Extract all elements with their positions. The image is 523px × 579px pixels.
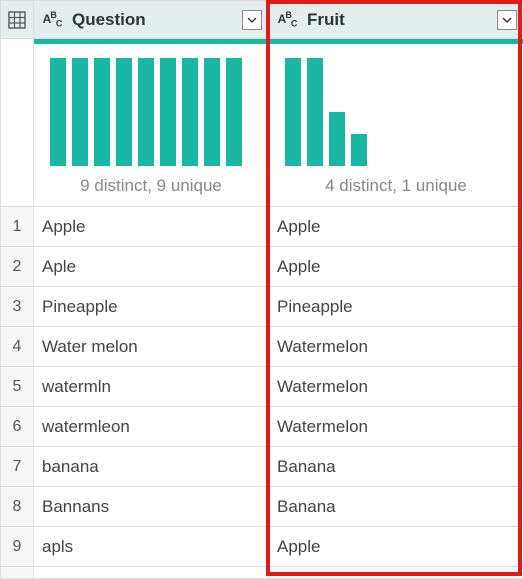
cell-question[interactable]: watermleon xyxy=(34,407,269,447)
row-number[interactable]: 3 xyxy=(1,287,34,327)
cell-fruit[interactable]: Watermelon xyxy=(269,327,523,367)
blank-row xyxy=(1,567,34,579)
cell-fruit[interactable]: Watermelon xyxy=(269,367,523,407)
blank-row xyxy=(269,567,523,579)
row-number[interactable]: 5 xyxy=(1,367,34,407)
distribution-bar xyxy=(160,58,176,166)
row-number[interactable]: 4 xyxy=(1,327,34,367)
distribution-bar xyxy=(351,134,367,166)
column-filter-button[interactable] xyxy=(242,10,262,30)
distribution-bar xyxy=(182,58,198,166)
cell-fruit[interactable]: Banana xyxy=(269,447,523,487)
cell-question[interactable]: banana xyxy=(34,447,269,487)
cell-question[interactable]: Aple xyxy=(34,247,269,287)
cell-fruit[interactable]: Pineapple xyxy=(269,287,523,327)
profile-stats: 9 distinct, 9 unique xyxy=(34,172,268,206)
distribution-bar xyxy=(204,58,220,166)
column-name: Question xyxy=(72,10,242,30)
distribution-chart xyxy=(269,44,523,172)
profile-gutter xyxy=(1,39,34,207)
distribution-bar xyxy=(50,58,66,166)
chevron-down-icon xyxy=(502,15,512,25)
cell-fruit[interactable]: Apple xyxy=(269,527,523,567)
chevron-down-icon xyxy=(247,15,257,25)
cell-fruit[interactable]: Apple xyxy=(269,247,523,287)
distribution-bar xyxy=(94,58,110,166)
cell-question[interactable]: Bannans xyxy=(34,487,269,527)
table-icon xyxy=(8,11,26,29)
distribution-bar xyxy=(226,58,242,166)
row-number[interactable]: 8 xyxy=(1,487,34,527)
cell-fruit[interactable]: Apple xyxy=(269,207,523,247)
column-profile-fruit[interactable]: 4 distinct, 1 unique xyxy=(269,39,523,207)
row-number[interactable]: 9 xyxy=(1,527,34,567)
cell-question[interactable]: Apple xyxy=(34,207,269,247)
select-all-corner[interactable] xyxy=(1,1,34,39)
distribution-bar xyxy=(72,58,88,166)
column-filter-button[interactable] xyxy=(497,10,517,30)
row-number[interactable]: 6 xyxy=(1,407,34,447)
row-number[interactable]: 2 xyxy=(1,247,34,287)
row-number[interactable]: 7 xyxy=(1,447,34,487)
data-grid: ABC Question ABC Fruit 9 distinct, 9 uni… xyxy=(0,0,523,579)
datatype-text-icon: ABC xyxy=(38,10,66,28)
column-header-question[interactable]: ABC Question xyxy=(34,1,269,39)
cell-question[interactable]: Pineapple xyxy=(34,287,269,327)
cell-fruit[interactable]: Banana xyxy=(269,487,523,527)
blank-row xyxy=(34,567,269,579)
distribution-bar xyxy=(116,58,132,166)
cell-question[interactable]: apls xyxy=(34,527,269,567)
cell-question[interactable]: Water melon xyxy=(34,327,269,367)
distribution-bar xyxy=(307,58,323,166)
row-number[interactable]: 1 xyxy=(1,207,34,247)
distribution-bar xyxy=(138,58,154,166)
distribution-chart xyxy=(34,44,268,172)
column-profile-question[interactable]: 9 distinct, 9 unique xyxy=(34,39,269,207)
cell-question[interactable]: watermln xyxy=(34,367,269,407)
datatype-text-icon: ABC xyxy=(273,10,301,28)
distribution-bar xyxy=(329,112,345,166)
profile-stats: 4 distinct, 1 unique xyxy=(269,172,523,206)
column-header-fruit[interactable]: ABC Fruit xyxy=(269,1,523,39)
column-name: Fruit xyxy=(307,10,497,30)
distribution-bar xyxy=(285,58,301,166)
cell-fruit[interactable]: Watermelon xyxy=(269,407,523,447)
